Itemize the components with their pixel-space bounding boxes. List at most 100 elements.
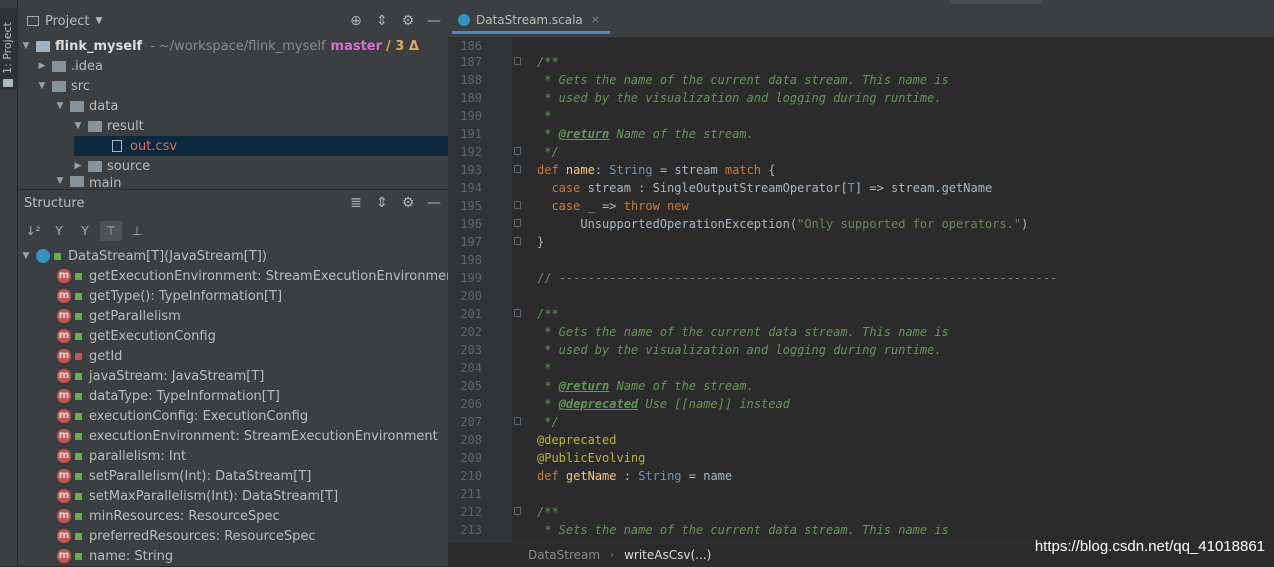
member-label: setParallelism(Int): DataStream[T]: [89, 468, 312, 484]
tree-item-out-csv[interactable]: out.csv: [74, 136, 448, 156]
line-number: 211: [460, 487, 482, 501]
locate-icon[interactable]: ⊕: [348, 10, 364, 32]
tree-item-label: src: [71, 78, 90, 94]
member-label: name: String: [89, 548, 174, 564]
structure-member[interactable]: m executionConfig: ExecutionConfig: [57, 406, 308, 426]
panel-divider[interactable]: [18, 189, 448, 190]
member-label: getExecutionEnvironment: StreamExecution…: [89, 268, 448, 284]
tree-item-src[interactable]: ▼ src: [36, 76, 90, 96]
structure-member[interactable]: m preferredResources: ResourceSpec: [57, 526, 315, 546]
tree-item-main[interactable]: ▼ main: [54, 176, 121, 188]
close-icon[interactable]: ×: [591, 13, 600, 26]
git-branch: master: [330, 38, 383, 54]
structure-member[interactable]: m dataType: TypeInformation[T]: [57, 386, 280, 406]
code-line: 189 * used by the visualization and logg…: [448, 89, 1274, 107]
fold-marker-icon[interactable]: [514, 507, 521, 515]
fold-marker-icon[interactable]: [514, 57, 521, 65]
expand-arrow-icon[interactable]: ▼: [20, 41, 32, 51]
expand-arrow-icon[interactable]: ▼: [54, 101, 66, 111]
tree-item-source[interactable]: ▶ source: [72, 156, 151, 176]
tree-item-label: data: [89, 98, 119, 114]
show-fields-icon[interactable]: Y: [74, 221, 96, 241]
structure-root[interactable]: ▼ DataStream[T](JavaStream[T]): [20, 246, 267, 266]
collapse-all-icon[interactable]: ⇕: [374, 10, 390, 32]
expand-arrow-icon[interactable]: ▼: [72, 121, 84, 131]
project-stripe-button[interactable]: 1: Project: [0, 8, 17, 90]
expand-arrow-icon[interactable]: ▼: [54, 176, 66, 186]
gear-icon[interactable]: ⚙: [400, 10, 416, 32]
expand-arrow-icon[interactable]: ▼: [36, 81, 48, 91]
tree-item-project-root[interactable]: ▼ flink_myself - ~/workspace/flink_mysel…: [20, 36, 419, 56]
structure-member[interactable]: m executionEnvironment: StreamExecutionEn…: [57, 426, 438, 446]
expand-all-icon[interactable]: ≣: [348, 192, 364, 214]
gear-icon[interactable]: ⚙: [400, 192, 416, 214]
project-panel-title[interactable]: Project: [45, 14, 89, 29]
show-inherited-icon[interactable]: Y: [48, 221, 70, 241]
fold-marker-icon[interactable]: [514, 219, 521, 227]
public-access-icon: [75, 532, 82, 540]
minimize-icon[interactable]: —: [426, 192, 442, 214]
method-icon: m: [57, 329, 71, 343]
structure-member[interactable]: m name: String: [57, 546, 173, 566]
code-line: 208 @deprecated: [448, 431, 1274, 449]
line-number: 193: [460, 163, 482, 177]
line-number: 212: [460, 505, 482, 519]
structure-member[interactable]: m getId: [57, 346, 122, 366]
expand-arrow-icon[interactable]: ▶: [72, 161, 84, 171]
toolbar-edge: [950, 0, 1042, 4]
code-text: * Gets the name of the current data stre…: [537, 325, 949, 339]
structure-member[interactable]: m setParallelism(Int): DataStream[T]: [57, 466, 311, 486]
public-access-icon: [75, 332, 82, 340]
code-area[interactable]: 186 187/** 188 * Gets the name of the cu…: [448, 37, 1274, 542]
collapse-all-icon[interactable]: ⇕: [374, 192, 390, 214]
structure-member[interactable]: m javaStream: JavaStream[T]: [57, 366, 264, 386]
code-text: */: [537, 415, 559, 429]
project-panel-header: Project ▼ ⊕ ⇕ ⚙ —: [18, 10, 448, 32]
tree-item-idea[interactable]: ▶ .idea: [36, 56, 103, 76]
tree-item-label: source: [107, 158, 151, 174]
member-label: getId: [89, 348, 123, 364]
navigate-from-source-icon[interactable]: ⊤: [100, 220, 122, 241]
structure-member[interactable]: m setMaxParallelism(Int): DataStream[T]: [57, 486, 338, 506]
line-number: 204: [460, 361, 482, 375]
structure-member[interactable]: m getExecutionConfig: [57, 326, 216, 346]
fold-marker-icon[interactable]: [514, 417, 521, 425]
expand-arrow-icon[interactable]: ▶: [36, 61, 48, 71]
minimize-icon[interactable]: —: [426, 10, 442, 32]
fold-marker-icon[interactable]: [514, 309, 521, 317]
method-icon: m: [57, 269, 71, 283]
chevron-down-icon[interactable]: ▼: [95, 16, 102, 26]
sort-alphabetically-icon[interactable]: ↓²: [22, 221, 44, 241]
code-text: */: [537, 145, 559, 159]
structure-member[interactable]: m getType(): TypeInformation[T]: [57, 286, 282, 306]
folder-icon: [70, 100, 84, 112]
tree-item-data[interactable]: ▼ data: [54, 96, 119, 116]
project-panel-tools: ⊕ ⇕ ⚙ —: [348, 10, 442, 32]
code-text: case stream : SingleOutputStreamOperator…: [551, 181, 993, 195]
structure-panel-header: Structure ≣ ⇕ ⚙ —: [18, 192, 448, 214]
code-text: * @return Name of the stream.: [537, 127, 754, 141]
structure-member[interactable]: m parallelism: Int: [57, 446, 186, 466]
breadcrumb-item-class[interactable]: DataStream: [528, 548, 600, 562]
fold-marker-icon[interactable]: [514, 165, 521, 173]
tree-item-result[interactable]: ▼ result: [72, 116, 144, 136]
fold-marker-icon[interactable]: [514, 201, 521, 209]
breadcrumb-item-method[interactable]: writeAsCsv(...): [624, 548, 711, 562]
structure-member[interactable]: m getExecutionEnvironment: StreamExecutio…: [57, 266, 448, 286]
editor-tab-datastream[interactable]: DataStream.scala ×: [452, 8, 610, 34]
structure-member[interactable]: m getParallelism: [57, 306, 181, 326]
method-icon: m: [57, 309, 71, 323]
project-root-path: ~/workspace/flink_myself: [158, 38, 326, 54]
line-number: 201: [460, 307, 482, 321]
member-label: setMaxParallelism(Int): DataStream[T]: [89, 488, 339, 504]
fold-marker-icon[interactable]: [514, 147, 521, 155]
fold-marker-icon[interactable]: [514, 237, 521, 245]
expand-arrow-icon[interactable]: ▼: [20, 251, 32, 261]
line-number: 192: [460, 145, 482, 159]
tree-item-label: .idea: [71, 58, 103, 74]
code-line: 191 * @return Name of the stream.: [448, 125, 1274, 143]
line-number: 199: [460, 271, 482, 285]
code-line: 190 *: [448, 107, 1274, 125]
autoscroll-icon[interactable]: ⊥: [126, 221, 148, 241]
structure-member[interactable]: m minResources: ResourceSpec: [57, 506, 280, 526]
